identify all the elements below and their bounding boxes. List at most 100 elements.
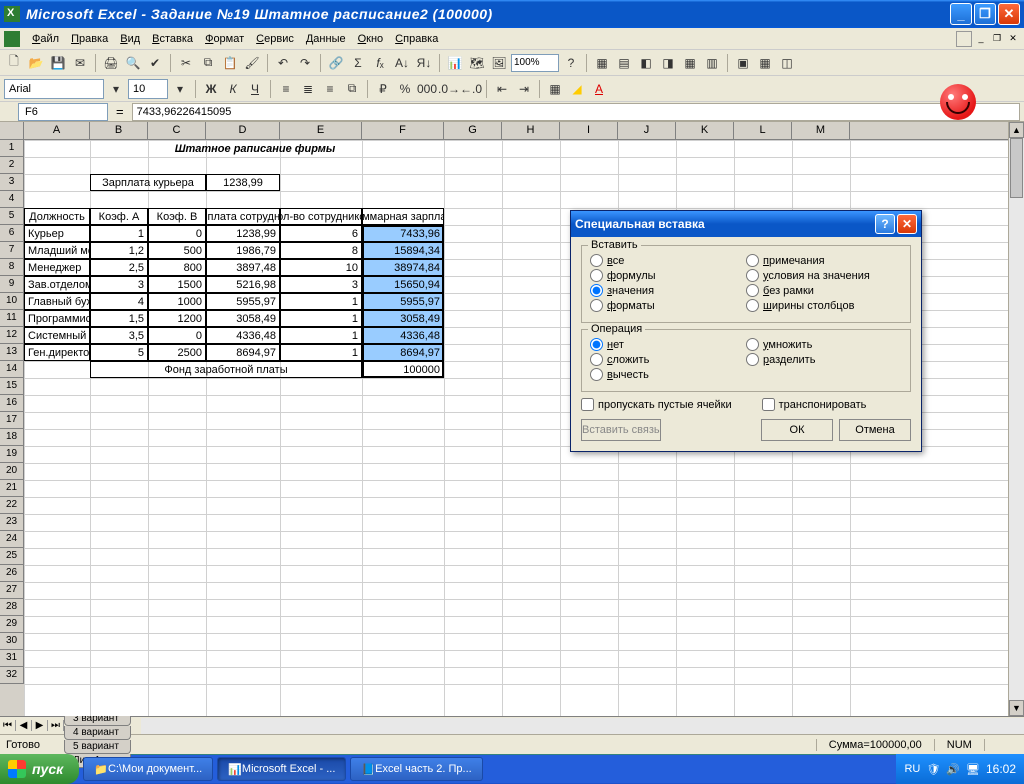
cell-F12[interactable]: 4336,48 [362,327,444,344]
row-header-19[interactable]: 19 [0,446,24,463]
dec-indent-icon[interactable]: ⇤ [492,79,512,99]
sheet-tab-4[interactable]: 5 вариант [64,740,131,754]
formula-input[interactable]: 7433,96226415095 [132,103,1020,121]
row-header-23[interactable]: 23 [0,514,24,531]
row-header-6[interactable]: 6 [0,225,24,242]
cell-C12[interactable]: 0 [148,327,206,344]
chart-icon[interactable]: 📊 [445,53,465,73]
inc-indent-icon[interactable]: ⇥ [514,79,534,99]
tray-icon-2[interactable]: 🔊 [946,763,960,776]
tray-icon-3[interactable]: 🖥 [966,763,980,776]
cell-E12[interactable]: 1 [280,327,362,344]
cell-E10[interactable]: 1 [280,293,362,310]
close-button[interactable]: ✕ [998,3,1020,25]
cell-B14[interactable]: Фонд заработной платы [90,361,362,378]
row-header-32[interactable]: 32 [0,667,24,684]
cell-D7[interactable]: 1986,79 [206,242,280,259]
drawing-icon[interactable]: 🖼 [489,53,509,73]
cell-A5[interactable]: Должность [24,208,90,225]
cell-A13[interactable]: Ген.директор [24,344,90,361]
font-size-input[interactable]: 10 [128,79,168,99]
row-header-5[interactable]: 5 [0,208,24,225]
help-field[interactable] [956,31,972,47]
cell-E11[interactable]: 1 [280,310,362,327]
taskbar-item-excel[interactable]: 📊 Microsoft Excel - ... [217,757,346,781]
tab-nav-prev[interactable]: ◀ [16,720,32,731]
cell-A12[interactable]: Системный аналитик [24,327,90,344]
cell-D8[interactable]: 3897,48 [206,259,280,276]
fill-color-icon[interactable]: ◢ [567,79,587,99]
cell-E5[interactable]: Кол-во сотрудников [280,208,362,225]
cell-D9[interactable]: 5216,98 [206,276,280,293]
cancel-button[interactable]: Отмена [839,419,911,441]
cell-B3[interactable]: Зарплата курьера [90,174,206,191]
radio-g1-0[interactable]: примечания [746,254,902,267]
name-box[interactable]: F6 [18,103,108,121]
row-header-30[interactable]: 30 [0,633,24,650]
row-header-25[interactable]: 25 [0,548,24,565]
cell-A11[interactable]: Программист [24,310,90,327]
cell-F6[interactable]: 7433,96 [362,225,444,242]
extra5-icon[interactable]: ▥ [702,53,722,73]
align-left-icon[interactable]: ≡ [276,79,296,99]
row-header-31[interactable]: 31 [0,650,24,667]
radio-g1-3[interactable]: ширины столбцов [746,299,902,312]
cell-F14[interactable]: 100000 [362,361,444,378]
extra3-icon[interactable]: ◨ [658,53,678,73]
menu-формат[interactable]: Формат [199,31,250,47]
minimize-button[interactable]: _ [950,3,972,25]
lang-indicator[interactable]: RU [904,763,920,775]
cell-A9[interactable]: Зав.отделом [24,276,90,293]
new-icon[interactable]: 🗋 [4,53,24,73]
cell-B11[interactable]: 1,5 [90,310,148,327]
cell-B8[interactable]: 2,5 [90,259,148,276]
row-header-29[interactable]: 29 [0,616,24,633]
col-header-B[interactable]: B [90,122,148,139]
radio-g1-0[interactable]: все [590,254,746,267]
cell-B7[interactable]: 1,2 [90,242,148,259]
col-header-J[interactable]: J [618,122,676,139]
cell-D11[interactable]: 3058,49 [206,310,280,327]
extra6-icon[interactable]: ▣ [733,53,753,73]
borders-icon[interactable]: ▦ [545,79,565,99]
cell-A7[interactable]: Младший менеджер [24,242,90,259]
cell-F5[interactable]: Суммарная зарплата [362,208,444,225]
radio-g1-1[interactable]: формулы [590,269,746,282]
cell-E7[interactable]: 8 [280,242,362,259]
col-header-A[interactable]: A [24,122,90,139]
cell-C13[interactable]: 2500 [148,344,206,361]
link-icon[interactable]: 🔗 [326,53,346,73]
preview-icon[interactable]: 🔍 [123,53,143,73]
cell-E13[interactable]: 1 [280,344,362,361]
cell-B6[interactable]: 1 [90,225,148,242]
menu-окно[interactable]: Окно [352,31,390,47]
row-header-27[interactable]: 27 [0,582,24,599]
radio-g2-1[interactable]: сложить [590,353,746,366]
underline-icon[interactable]: Ч [245,79,265,99]
print-icon[interactable]: 🖨 [101,53,121,73]
col-header-D[interactable]: D [206,122,280,139]
doc-restore-button[interactable]: ❐ [990,32,1004,46]
tab-nav-last[interactable]: ⏭ [48,720,64,731]
tab-nav-next[interactable]: ▶ [32,720,48,731]
horizontal-scrollbar[interactable] [141,718,1024,734]
radio-g2-0[interactable]: нет [590,338,746,351]
paste-icon[interactable]: 📋 [220,53,240,73]
cell-D10[interactable]: 5955,97 [206,293,280,310]
row-header-28[interactable]: 28 [0,599,24,616]
cell-C7[interactable]: 500 [148,242,206,259]
doc-minimize-button[interactable]: _ [974,32,988,46]
sheet-tab-3[interactable]: 4 вариант [64,726,131,740]
cell-F8[interactable]: 38974,84 [362,259,444,276]
sort-desc-icon[interactable]: Я↓ [414,53,434,73]
row-header-18[interactable]: 18 [0,429,24,446]
size-dropdown-icon[interactable]: ▾ [170,79,190,99]
tab-nav-first[interactable]: ⏮ [0,720,16,731]
row-header-26[interactable]: 26 [0,565,24,582]
cell-F9[interactable]: 15650,94 [362,276,444,293]
font-color-icon[interactable]: A [589,79,609,99]
row-header-12[interactable]: 12 [0,327,24,344]
row-header-17[interactable]: 17 [0,412,24,429]
bold-icon[interactable]: Ж [201,79,221,99]
maximize-button[interactable]: ❐ [974,3,996,25]
